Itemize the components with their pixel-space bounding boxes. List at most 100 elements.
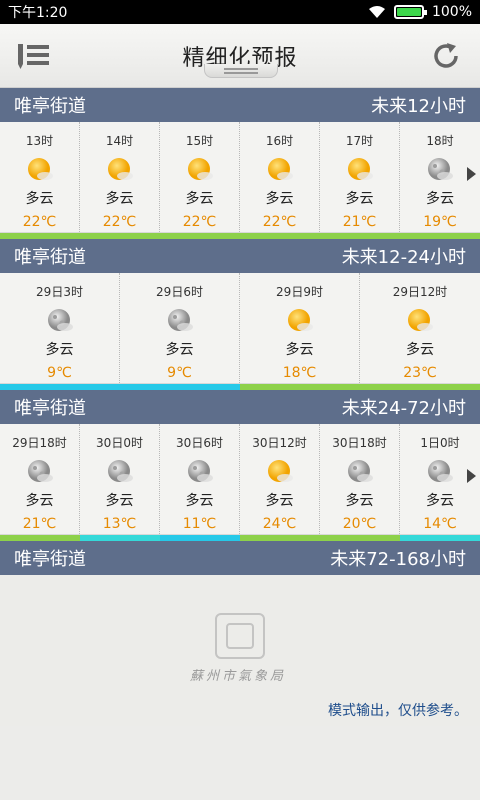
forecast-desc: 多云: [185, 493, 214, 509]
color-bar: [0, 233, 480, 239]
color-bar-segment: [240, 384, 360, 390]
forecast-time: 29日6时: [156, 285, 203, 299]
color-bar-segment: [80, 535, 160, 541]
forecast-temp: 21℃: [22, 516, 57, 532]
section-range: 未来72-168小时: [330, 549, 466, 570]
section-header: 唯亭街道 未来12-24小时: [0, 239, 480, 273]
forecast-time: 15时: [185, 134, 214, 148]
color-bar-segment: [400, 535, 480, 541]
battery-icon: [393, 5, 427, 19]
moon-icon: [45, 305, 75, 335]
forecast-cell: 17时 多云 21℃: [320, 122, 400, 232]
forecast-cell: 29日12时 多云 23℃: [360, 273, 480, 383]
color-bar-segment: [240, 535, 320, 541]
color-bar: [0, 384, 480, 390]
forecast-cell: 30日0时多云 13℃: [80, 424, 160, 534]
forecast-row[interactable]: 29日18时 多云 21℃ 30日0时 多云 13℃ 30日6时 多云 11℃ 30日12时 多云 2…: [0, 424, 480, 535]
color-bar-segment: [320, 535, 400, 541]
forecast-time: 13时: [25, 134, 54, 148]
title-bar: 精细化预报: [0, 24, 480, 88]
forecast-desc: 多云: [45, 342, 74, 358]
pull-down-handle[interactable]: [204, 64, 278, 78]
color-bar-segment: [120, 384, 240, 390]
color-bar-segment: [0, 535, 80, 541]
color-bar-segment: [360, 384, 480, 390]
sunny-icon: [25, 154, 55, 184]
scroll-right-arrow-icon[interactable]: [467, 167, 476, 181]
list-menu-icon[interactable]: [18, 42, 50, 70]
forecast-time: 29日9时: [276, 285, 323, 299]
weather-bureau-logo: [215, 613, 265, 659]
forecast-cell: 15时多云 22℃: [160, 122, 240, 232]
section-location: 唯亭街道: [14, 96, 86, 117]
forecast-desc: 多云: [105, 493, 134, 509]
color-bar-segment: [320, 233, 400, 239]
refresh-icon[interactable]: [430, 40, 462, 72]
forecast-temp: 19℃: [423, 214, 457, 230]
section-range: 未来12小时: [371, 96, 466, 117]
forecast-sections: 唯亭街道 未来12小时 13时 多云 22℃ 14时 多云 22℃ 15时 多云 22℃ 16时 多云 2…: [0, 88, 480, 575]
color-bar-segment: [80, 233, 160, 239]
forecast-time: 1日0时: [420, 436, 460, 450]
sunny-icon: [265, 456, 295, 486]
sunny-icon: [405, 305, 435, 335]
forecast-temp: 22℃: [262, 214, 297, 230]
forecast-temp: 14℃: [423, 516, 457, 532]
forecast-time: 30日18时: [332, 436, 387, 450]
section-range: 未来24-72小时: [341, 398, 466, 419]
status-time: 下午1:20: [8, 5, 68, 21]
forecast-time: 29日12时: [392, 285, 448, 299]
forecast-temp: 22℃: [102, 214, 137, 230]
moon-icon: [165, 305, 195, 335]
forecast-desc: 多云: [25, 493, 54, 509]
moon-icon: [425, 456, 455, 486]
forecast-time: 30日0时: [96, 436, 143, 450]
color-bar-segment: [160, 535, 240, 541]
sunny-icon: [285, 305, 315, 335]
forecast-temp: 9℃: [47, 365, 72, 381]
color-bar-segment: [0, 233, 80, 239]
wifi-icon: [368, 6, 385, 18]
forecast-cell: 30日18时 多云 20℃: [320, 424, 400, 534]
forecast-desc: 多云: [426, 493, 454, 509]
forecast-time: 17时: [345, 134, 374, 148]
forecast-temp: 13℃: [102, 516, 137, 532]
forecast-time: 16时: [265, 134, 294, 148]
forecast-temp: 9℃: [167, 365, 192, 381]
forecast-time: 29日18时: [12, 436, 67, 450]
logo-text: 蘇州市氣象局: [190, 669, 287, 684]
sunny-icon: [345, 154, 375, 184]
forecast-cell: 30日6时 多云 11℃: [160, 424, 240, 534]
section-location: 唯亭街道: [14, 398, 86, 419]
forecast-temp: 22℃: [182, 214, 217, 230]
forecast-cell: 16时多云 22℃: [240, 122, 320, 232]
forecast-cell: 29日18时 多云 21℃: [0, 424, 80, 534]
scroll-right-arrow-icon[interactable]: [467, 469, 476, 483]
forecast-row[interactable]: 13时 多云 22℃ 14时 多云 22℃ 15时 多云 22℃ 16时 多云 22℃ 17时 多云 21℃…: [0, 122, 480, 233]
forecast-desc: 多云: [345, 191, 374, 207]
footer-area: 蘇州市氣象局 模式输出，仅供参考。: [0, 575, 480, 726]
forecast-cell: 29日6时 多云 9℃: [120, 273, 240, 383]
forecast-desc: 多云: [185, 191, 214, 207]
color-bar: [0, 535, 480, 541]
section-location: 唯亭街道: [14, 247, 86, 268]
sunny-icon: [185, 154, 215, 184]
forecast-cell: 14时 多云 22℃: [80, 122, 160, 232]
moon-icon: [185, 456, 215, 486]
forecast-desc: 多云: [345, 493, 374, 509]
forecast-row[interactable]: 29日3时 多云 9℃ 29日6时 多云 9℃ 29日9时 多云 18℃ 29日12时 多云 23℃: [0, 273, 480, 384]
status-bar: 下午1:20 100%: [0, 0, 480, 24]
forecast-cell: 29日3时多云 9℃: [0, 273, 120, 383]
forecast-temp: 22℃: [22, 214, 57, 230]
forecast-desc: 多云: [265, 191, 294, 207]
forecast-cell: 13时多云 22℃: [0, 122, 80, 232]
forecast-cell: 29日9时 多云 18℃: [240, 273, 360, 383]
forecast-desc: 多云: [25, 191, 54, 207]
color-bar-segment: [400, 233, 480, 239]
status-indicators: 100%: [368, 4, 472, 20]
moon-icon: [425, 154, 455, 184]
forecast-time: 29日3时: [36, 285, 83, 299]
forecast-desc: 多云: [285, 342, 314, 358]
moon-icon: [105, 456, 135, 486]
section-header: 唯亭街道 未来72-168小时: [0, 541, 480, 575]
